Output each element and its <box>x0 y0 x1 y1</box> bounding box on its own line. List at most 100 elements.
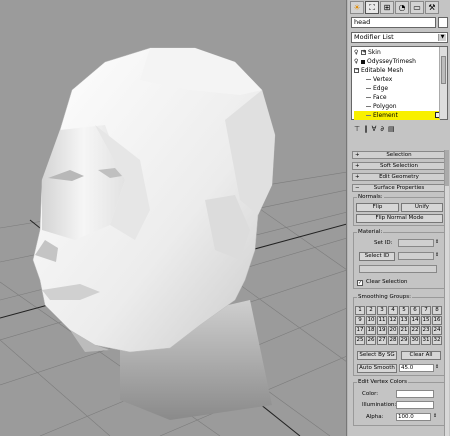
expand-icon[interactable]: + <box>361 50 366 55</box>
select-id-spinner[interactable] <box>398 252 434 260</box>
sg-button-3[interactable]: 3 <box>377 306 387 315</box>
edit-vertex-colors-label: Edit Vertex Colors <box>357 379 409 386</box>
object-color-swatch[interactable] <box>438 17 448 28</box>
panel-scroll-thumb[interactable] <box>445 150 449 186</box>
lightbulb-icon[interactable]: ♀ <box>354 58 360 65</box>
subobject-element-label: Element <box>373 112 398 119</box>
rollout-selection-label: Selection <box>386 152 412 158</box>
stack-item-skin[interactable]: ♀ + Skin <box>354 48 446 57</box>
sg-button-22[interactable]: 22 <box>410 326 420 335</box>
spinner-arrows-icon[interactable]: ⇕ <box>435 252 439 259</box>
select-id-button[interactable]: Select ID <box>359 252 395 261</box>
lightbulb-icon[interactable]: ♀ <box>354 49 360 56</box>
sg-button-16[interactable]: 16 <box>432 316 442 325</box>
sg-button-21[interactable]: 21 <box>399 326 409 335</box>
sg-button-23[interactable]: 23 <box>421 326 431 335</box>
make-unique-icon[interactable]: ∀ <box>372 125 377 133</box>
stack-item-editable-mesh[interactable]: − Editable Mesh <box>354 66 440 75</box>
clear-all-button[interactable]: Clear All <box>401 351 441 360</box>
sg-button-26[interactable]: 26 <box>366 336 376 345</box>
display-icon[interactable]: ▭ <box>410 1 424 14</box>
vertex-color-swatch[interactable] <box>396 390 434 398</box>
sg-button-12[interactable]: 12 <box>388 316 398 325</box>
utilities-icon[interactable]: ⚒ <box>425 1 439 14</box>
sg-button-10[interactable]: 10 <box>366 316 376 325</box>
sg-button-15[interactable]: 15 <box>421 316 431 325</box>
sg-button-8[interactable]: 8 <box>432 306 442 315</box>
sg-button-5[interactable]: 5 <box>399 306 409 315</box>
motion-icon[interactable]: ◔ <box>395 1 409 14</box>
modifier-stack: ♀ + Skin ♀ OdysseyTrimesh − Editable Mesh… <box>351 46 448 120</box>
alpha-field[interactable]: 100.0 <box>396 413 431 421</box>
sg-button-31[interactable]: 31 <box>421 336 431 345</box>
modify-icon[interactable]: ⛶ <box>365 1 379 14</box>
illumination-label: Illumination: <box>362 402 397 408</box>
perspective-viewport[interactable] <box>0 0 347 436</box>
sg-button-17[interactable]: 17 <box>355 326 365 335</box>
panel-tabs: ☀ ⛶ ⊞ ◔ ▭ ⚒ <box>348 0 450 15</box>
auto-smooth-button[interactable]: Auto Smooth <box>357 364 397 373</box>
pin-stack-icon[interactable]: ⊤ <box>354 125 360 133</box>
configure-sets-icon[interactable]: ▤ <box>388 125 395 133</box>
sg-button-6[interactable]: 6 <box>410 306 420 315</box>
panel-scrollbar[interactable] <box>444 150 449 436</box>
sg-button-28[interactable]: 28 <box>388 336 398 345</box>
unify-button[interactable]: Unify <box>401 203 443 212</box>
sg-button-11[interactable]: 11 <box>377 316 387 325</box>
stack-item-odysseytrimesh[interactable]: ♀ OdysseyTrimesh <box>354 57 446 66</box>
stack-toolbar: ⊤ ‖ ∀ ∂ ▤ <box>351 123 448 134</box>
object-name-field[interactable]: head <box>351 17 436 28</box>
flip-button[interactable]: Flip <box>356 203 399 212</box>
viewport-scene <box>0 47 346 436</box>
sg-button-25[interactable]: 25 <box>355 336 365 345</box>
rollout-soft-selection[interactable]: + Soft Selection <box>352 162 446 170</box>
sg-button-29[interactable]: 29 <box>399 336 409 345</box>
chevron-down-icon[interactable]: ▼ <box>438 34 446 41</box>
sg-button-1[interactable]: 1 <box>355 306 365 315</box>
rollout-surface-properties[interactable]: − Surface Properties <box>352 184 446 192</box>
spinner-arrows-icon[interactable]: ⇕ <box>435 239 439 246</box>
sg-button-9[interactable]: 9 <box>355 316 365 325</box>
auto-smooth-threshold-field[interactable]: 45.0 <box>399 364 434 372</box>
stack-item-label: OdysseyTrimesh <box>367 58 416 65</box>
hierarchy-icon[interactable]: ⊞ <box>380 1 394 14</box>
sg-button-7[interactable]: 7 <box>421 306 431 315</box>
sg-button-20[interactable]: 20 <box>388 326 398 335</box>
alpha-label: Alpha: <box>366 414 384 420</box>
spinner-arrows-icon[interactable]: ⇕ <box>435 364 439 371</box>
subobject-vertex[interactable]: Vertex <box>354 75 440 84</box>
sg-button-4[interactable]: 4 <box>388 306 398 315</box>
modifier-list-label: Modifier List <box>354 33 394 41</box>
remove-modifier-icon[interactable]: ∂ <box>380 125 384 133</box>
sg-button-27[interactable]: 27 <box>377 336 387 345</box>
clear-selection-checkbox[interactable]: ✓ <box>357 280 363 286</box>
sg-button-18[interactable]: 18 <box>366 326 376 335</box>
collapse-icon[interactable]: − <box>354 68 359 73</box>
sg-button-14[interactable]: 14 <box>410 316 420 325</box>
create-icon[interactable]: ☀ <box>350 1 364 14</box>
material-name-dropdown[interactable] <box>359 265 437 273</box>
sg-button-30[interactable]: 30 <box>410 336 420 345</box>
rollout-selection[interactable]: + Selection <box>352 151 446 159</box>
show-end-result-icon[interactable]: ‖ <box>364 125 368 133</box>
smoothing-group-grid: 1 2 3 4 5 6 7 8 9 10 11 12 13 14 15 16 1… <box>355 306 444 346</box>
illumination-color-swatch[interactable] <box>396 401 434 409</box>
select-by-sg-button[interactable]: Select By SG <box>357 351 397 360</box>
subobject-face[interactable]: Face <box>354 93 440 102</box>
stack-scroll-thumb[interactable] <box>441 56 446 84</box>
plus-icon: + <box>355 152 360 158</box>
subobject-edge[interactable]: Edge <box>354 84 440 93</box>
spinner-arrows-icon[interactable]: ⇕ <box>433 413 437 420</box>
sg-button-24[interactable]: 24 <box>432 326 442 335</box>
subobject-polygon[interactable]: Polygon <box>354 102 440 111</box>
modifier-list-dropdown[interactable]: Modifier List ▼ <box>351 32 448 43</box>
set-id-spinner[interactable] <box>398 239 434 247</box>
sg-button-19[interactable]: 19 <box>377 326 387 335</box>
rollout-edit-geometry[interactable]: + Edit Geometry <box>352 173 446 181</box>
sg-button-32[interactable]: 32 <box>432 336 442 345</box>
flip-normal-mode-button[interactable]: Flip Normal Mode <box>356 214 443 223</box>
stack-scrollbar[interactable] <box>439 47 447 119</box>
subobject-element[interactable]: Element <box>354 111 442 120</box>
sg-button-13[interactable]: 13 <box>399 316 409 325</box>
sg-button-2[interactable]: 2 <box>366 306 376 315</box>
